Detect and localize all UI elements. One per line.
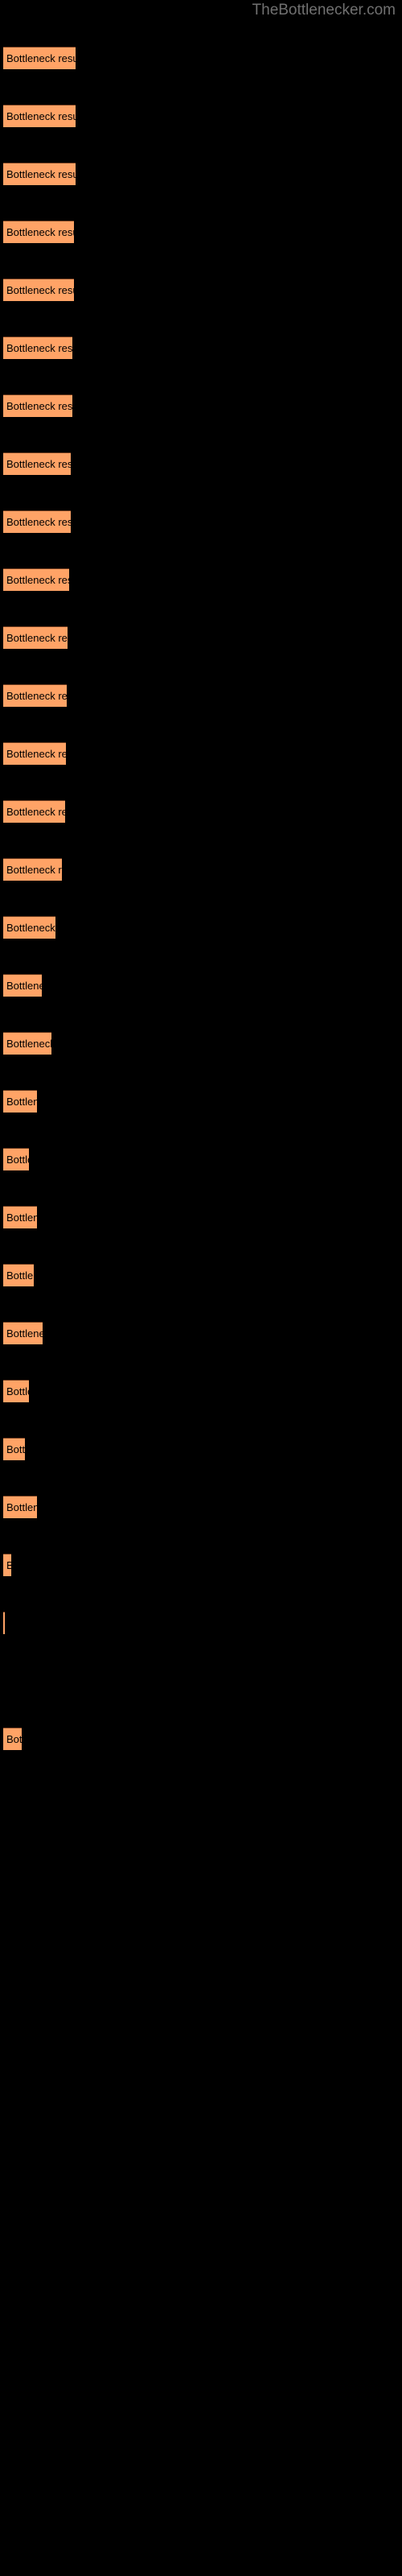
bar-label: Bottleneck result — [6, 1558, 11, 1572]
bar-label: Bottleneck result — [6, 690, 67, 702]
bar: Bottleneck result — [3, 684, 67, 707]
bar-label: Bottleneck result — [6, 806, 65, 818]
bar: Bottleneck result — [3, 1206, 37, 1228]
bar: Bottleneck result — [3, 626, 68, 649]
bar-label: Bottleneck result — [6, 632, 68, 644]
bottleneck-chart-page: TheBottlenecker.com Bottleneck resultBot… — [0, 0, 402, 2576]
bar-label: Bottleneck result — [6, 864, 62, 876]
horizontal-bar-chart: Bottleneck result Bottleneck result Bottle… — [0, 0, 402, 2576]
bar-label: Bottleneck result — [6, 52, 76, 64]
bar-label: Bottleneck result — [6, 1038, 51, 1050]
bar-label: Bottleneck result — [6, 1096, 37, 1108]
bar-label: Bottleneck result — [6, 400, 72, 412]
bar: Bottleneck result — [3, 1496, 37, 1518]
bar-label: Bottleneck result — [6, 1154, 29, 1166]
bar: Bottleneck result — [3, 336, 72, 359]
bar-label: Bottleneck result — [6, 1385, 29, 1397]
bar: Bottleneck result — [3, 1438, 25, 1460]
bar-label: Bottleneck result — [6, 226, 74, 238]
bar-label: Bottleneck result — [6, 284, 74, 296]
bar-label: Bottleneck result — [6, 1212, 37, 1224]
bar-label: Bottleneck result — [6, 922, 55, 934]
bar: Bottleneck result — [3, 1032, 51, 1055]
bar-label: Bottleneck result — [6, 458, 71, 470]
bar: Bottleneck result — [3, 279, 74, 301]
bar-label: Bottleneck result — [6, 748, 66, 760]
bar-label: Bottleneck result — [6, 1501, 37, 1513]
bar-label: Bottleneck result — [6, 342, 72, 354]
bar: Bottleneck result — [3, 510, 71, 533]
bar: Bottleneck result — [3, 47, 76, 69]
bar: Bottleneck result — [3, 1728, 22, 1750]
bar-label: Bottleneck result — [6, 516, 71, 528]
bar: Bottleneck result — [3, 1264, 34, 1286]
bar-label: Bottleneck result — [6, 110, 76, 122]
bar-label: Bottleneck result — [6, 168, 76, 180]
bar: Bottleneck result — [3, 1554, 11, 1576]
bar: Bottleneck result — [3, 568, 69, 591]
bar: Bottleneck result — [3, 742, 66, 765]
bar: Bottleneck result — [3, 221, 74, 243]
bar-label: Bottleneck result — [6, 1327, 43, 1340]
bar: Bottleneck result — [3, 1612, 5, 1634]
bar-label: Bottleneck result — [6, 574, 69, 586]
bar: Bottleneck result — [3, 1322, 43, 1344]
bar: Bottleneck result — [3, 163, 76, 185]
bar-label: Bottleneck result — [6, 980, 42, 992]
bar: Bottleneck result — [3, 452, 71, 475]
bar: Bottleneck result — [3, 1148, 29, 1170]
bar-label: Bottleneck result — [6, 1733, 22, 1745]
bar: Bottleneck result — [3, 974, 42, 997]
bar: Bottleneck result — [3, 1090, 37, 1113]
bar: Bottleneck result — [3, 105, 76, 127]
bar: Bottleneck result — [3, 1380, 29, 1402]
bar-label: Bottleneck result — [6, 1269, 34, 1282]
bar: Bottleneck result — [3, 858, 62, 881]
bar-label: Bottleneck result — [6, 1443, 25, 1455]
bar: Bottleneck result — [3, 916, 55, 939]
bar: Bottleneck result — [3, 800, 65, 823]
bar: Bottleneck result — [3, 394, 72, 417]
